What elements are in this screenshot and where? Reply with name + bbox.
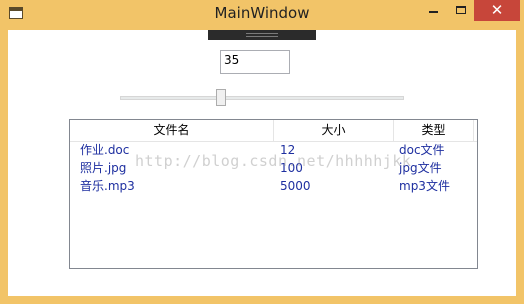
title-bar[interactable]: MainWindow ✕: [0, 0, 524, 30]
minimize-button[interactable]: [420, 0, 448, 21]
cell-filename: 照片.jpg: [80, 161, 127, 175]
column-header-size[interactable]: 大小: [274, 120, 394, 141]
list-row[interactable]: 作业.doc 12 doc文件: [70, 141, 477, 159]
value-textbox[interactable]: 35: [220, 50, 290, 74]
cell-size: 12: [280, 143, 296, 157]
main-window: MainWindow ✕ 35 文件名 大小 类型 作业.doc 12 doc文…: [0, 0, 524, 304]
list-row[interactable]: 照片.jpg 100 jpg文件: [70, 159, 477, 177]
cell-size: 5000: [280, 179, 311, 193]
column-header-name[interactable]: 文件名: [70, 120, 274, 141]
listview-header: 文件名 大小 类型: [70, 120, 477, 142]
maximize-icon: [456, 6, 466, 14]
cell-filename: 作业.doc: [80, 143, 130, 157]
close-icon: ✕: [490, 1, 504, 19]
value-slider[interactable]: [120, 88, 404, 108]
client-area: 35 文件名 大小 类型 作业.doc 12 doc文件 照片.jpg 100 …: [8, 30, 516, 296]
minimize-icon: [429, 11, 438, 13]
close-button[interactable]: ✕: [474, 0, 520, 21]
cell-size: 100: [280, 161, 303, 175]
list-row[interactable]: 音乐.mp3 5000 mp3文件: [70, 177, 477, 195]
cell-type: jpg文件: [399, 161, 442, 175]
slider-track[interactable]: [120, 96, 404, 100]
cell-type: doc文件: [399, 143, 445, 157]
column-header-type[interactable]: 类型: [394, 120, 474, 141]
toolbar-grip[interactable]: [208, 30, 316, 40]
slider-thumb[interactable]: [216, 89, 226, 106]
maximize-button[interactable]: [448, 0, 474, 21]
cell-type: mp3文件: [399, 179, 450, 193]
file-listview[interactable]: 文件名 大小 类型 作业.doc 12 doc文件 照片.jpg 100 jpg…: [69, 119, 478, 269]
cell-filename: 音乐.mp3: [80, 179, 135, 193]
